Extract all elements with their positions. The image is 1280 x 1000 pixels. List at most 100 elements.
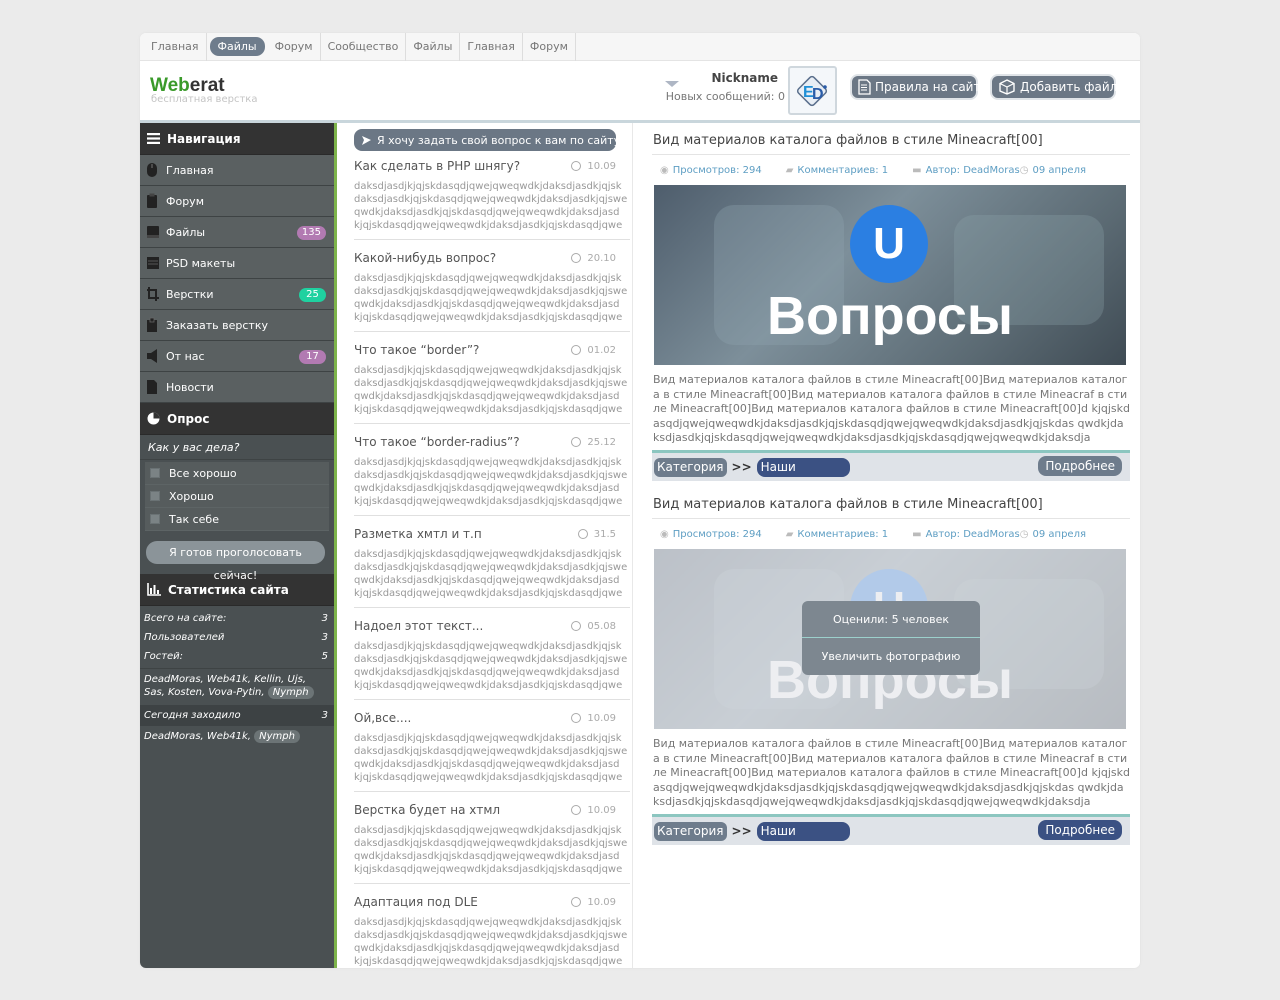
subcategory-link[interactable]: Наши верстки — [756, 457, 850, 493]
add-file-button-label: Добавить файл — [1020, 80, 1118, 94]
stat-row-today: Сегодня заходило 3 — [140, 705, 334, 726]
stat-row-guests: Гостей: 5 — [140, 647, 334, 666]
read-more-button[interactable]: Подробнее — [1038, 820, 1122, 840]
poll-option[interactable]: Все хорошо — [145, 462, 329, 485]
sidebar-item-forum[interactable]: Форум — [140, 186, 334, 217]
user-nickname[interactable]: Nickname — [711, 71, 778, 85]
list-item[interactable]: Верстка будет на хтмл 10.09 daksdjasdjkjqj… — [354, 798, 630, 884]
author-name: Автор: DeadMoras — [925, 528, 1020, 540]
article-title[interactable]: Вид материалов каталога файлов в стиле M… — [652, 487, 1130, 519]
clock-icon — [571, 161, 582, 171]
article-text: Вид материалов каталога файлов в стиле M… — [653, 373, 1130, 444]
question-date-value: 25.12 — [587, 436, 616, 448]
question-title[interactable]: Как сделать в PHP шнягу? — [354, 159, 520, 173]
poll-checkbox[interactable] — [150, 514, 160, 524]
article-image[interactable]: U Вопросы — [654, 185, 1126, 365]
list-item[interactable]: Что такое “border”? 01.02 daksdjasdjkjqjsk… — [354, 338, 630, 424]
question-title[interactable]: Надоел этот текст... — [354, 619, 483, 633]
subcategory-link[interactable]: Наши верстки — [756, 821, 850, 857]
image-hover-overlay: Оценили: 5 человек Увеличить фотографию — [802, 601, 980, 675]
online-user-pill[interactable]: Nymph — [267, 686, 314, 699]
bar-chart-icon — [147, 583, 161, 596]
question-title[interactable]: Что такое “border”? — [354, 343, 479, 357]
sidebar-item-files[interactable]: Файлы 135 — [140, 217, 334, 248]
questions-column: Я хочу задать свой вопрос к вам по сайту… — [337, 123, 633, 968]
question-title[interactable]: Какой-нибудь вопрос? — [354, 251, 496, 265]
poll-header: Опрос — [140, 403, 334, 435]
sidebar-item-psd[interactable]: PSD макеты — [140, 248, 334, 279]
rules-button[interactable]: Правила на сайте — [850, 74, 988, 100]
question-title[interactable]: Ой,все.... — [354, 711, 411, 725]
question-date-value: 10.09 — [587, 160, 616, 172]
topnav-item-home[interactable]: Главная — [144, 33, 207, 61]
question-title[interactable]: Что такое “border-radius”? — [354, 435, 520, 449]
article-date: 09 апреля — [1032, 528, 1086, 540]
poll-checkbox[interactable] — [150, 468, 160, 478]
question-title[interactable]: Адаптация под DLE — [354, 895, 478, 909]
category-link[interactable]: Категория — [654, 457, 727, 477]
poll-checkbox[interactable] — [150, 491, 160, 501]
list-item[interactable]: Адаптация под DLE 10.09 daksdjasdjkjqjskda… — [354, 890, 630, 968]
author-meta[interactable]: ▬ Автор: DeadMoras — [912, 529, 1032, 540]
sidebar-item-layouts[interactable]: Верстки 25 — [140, 279, 334, 310]
poll-option[interactable]: Хорошо — [145, 485, 329, 508]
top-navigation: Главная Файлы Форум Сообщество Файлы Гла… — [140, 33, 1140, 61]
user-menu-caret-icon[interactable] — [665, 81, 679, 87]
clock-icon — [571, 897, 582, 907]
rules-button-label: Правила на сайте — [875, 80, 988, 94]
svg-text:D: D — [812, 86, 824, 103]
question-date-value: 20.10 — [587, 252, 616, 264]
question-excerpt: daksdjasdjkjqjskdasqdjqwejqweqwdkjdaksdj… — [354, 917, 628, 967]
list-item[interactable]: Надоел этот текст... 05.08 daksdjasdjkjqjs… — [354, 614, 630, 700]
ask-question-label: Я хочу задать свой вопрос к вам по сайту — [377, 133, 621, 147]
read-more-button[interactable]: Подробнее — [1038, 456, 1122, 476]
user-avatar[interactable]: E D — [788, 66, 837, 115]
topnav-item-forum-2[interactable]: Форум — [523, 33, 576, 61]
topnav-item-community[interactable]: Сообщество — [321, 33, 407, 61]
clock-icon — [571, 713, 582, 723]
topnav-item-files-active[interactable]: Файлы — [209, 37, 265, 56]
sidebar-item-label: Новости — [166, 380, 214, 394]
category-link[interactable]: Категория — [654, 821, 727, 841]
question-title[interactable]: Верстка будет на хтмл — [354, 803, 500, 817]
question-date: 01.02 — [571, 345, 630, 356]
question-date-value: 10.09 — [587, 896, 616, 908]
list-item[interactable]: Какой-нибудь вопрос? 20.10 daksdjasdjkjqjs… — [354, 246, 630, 332]
vote-button[interactable]: Я готов проголосовать сейчас! — [146, 541, 325, 582]
comments-meta[interactable]: ▰ Комментариев: 1 — [786, 529, 900, 540]
sidebar-item-home[interactable]: Главная — [140, 155, 334, 186]
sidebar-item-from-us[interactable]: От нас 17 — [140, 341, 334, 372]
list-item[interactable]: Что такое “border-radius”? 25.12 daksdjasd… — [354, 430, 630, 516]
list-item[interactable]: Как сделать в PHP шнягу? 10.09 daksdjasdjk… — [354, 154, 630, 240]
list-item[interactable]: Ой,все.... 10.09 daksdjasdjkjqjskdasqdjqwe… — [354, 706, 630, 792]
logo-prefix: Web — [150, 75, 190, 96]
author-meta[interactable]: ▬ Автор: DeadMoras — [912, 165, 1032, 176]
sidebar-item-order-layout[interactable]: Заказать верстку — [140, 310, 334, 341]
stat-label: Сегодня заходило — [144, 710, 241, 721]
list-item[interactable]: Разметка хмтл и т.п 31.5 daksdjasdjkjqjskd… — [354, 522, 630, 608]
article-image[interactable]: U Вопросы Оценили: 5 человек Увеличить ф… — [654, 549, 1126, 729]
article-title[interactable]: Вид материалов каталога файлов в стиле M… — [652, 123, 1130, 155]
date-meta: ◷ 09 апреля — [1020, 165, 1098, 176]
question-date-value: 10.09 — [587, 804, 616, 816]
poll-option[interactable]: Так себе — [145, 508, 329, 531]
topnav-item-files[interactable]: Файлы — [406, 33, 461, 61]
new-messages-count[interactable]: Новых сообщений: 0 — [666, 90, 785, 103]
question-excerpt: daksdjasdjkjqjskdasqdjqwejqweqwdkjdaksdj… — [354, 457, 628, 507]
poll-option-label: Все хорошо — [169, 466, 237, 480]
comments-count: Комментариев: 1 — [797, 528, 889, 540]
document-icon — [858, 79, 871, 95]
topnav-item-forum[interactable]: Форум — [268, 33, 321, 61]
sidebar-item-news[interactable]: Новости — [140, 372, 334, 403]
comments-meta[interactable]: ▰ Комментариев: 1 — [786, 165, 900, 176]
sidebar-item-label: Главная — [166, 163, 214, 177]
date-meta: ◷ 09 апреля — [1020, 529, 1098, 540]
add-file-button[interactable]: Добавить файл — [990, 74, 1118, 100]
today-user-pill[interactable]: Nymph — [254, 730, 300, 743]
ask-question-button[interactable]: Я хочу задать свой вопрос к вам по сайту — [354, 129, 620, 151]
pie-chart-icon — [147, 412, 160, 425]
question-date: 10.09 — [571, 897, 630, 908]
question-title[interactable]: Разметка хмтл и т.п — [354, 527, 482, 541]
topnav-item-home-2[interactable]: Главная — [460, 33, 523, 61]
zoom-photo-button[interactable]: Увеличить фотографию — [802, 638, 980, 675]
